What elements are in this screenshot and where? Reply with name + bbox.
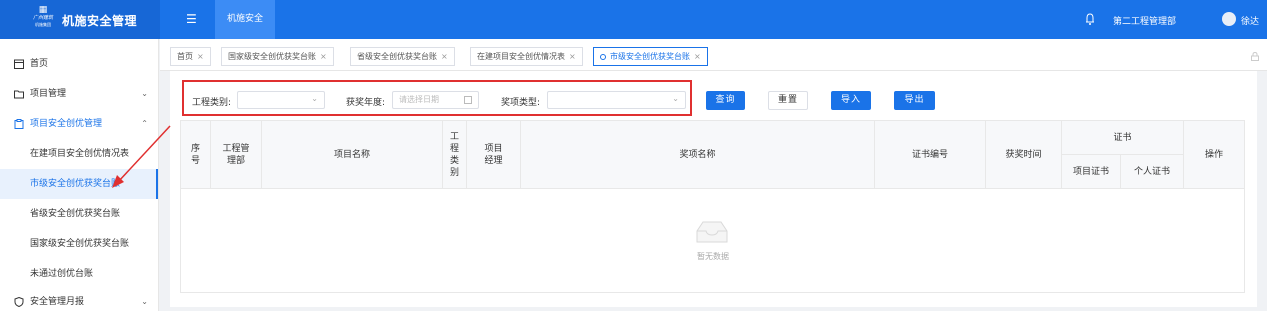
col-cert: 证书 bbox=[1062, 121, 1184, 155]
tab-label: 省级安全创优获奖台账 bbox=[357, 52, 437, 61]
sidebar-item-label: 首页 bbox=[30, 59, 49, 69]
top-module-tab[interactable]: 机施安全 bbox=[215, 0, 275, 39]
close-icon[interactable]: × bbox=[197, 52, 204, 61]
calendar-icon bbox=[14, 59, 24, 69]
folder-icon bbox=[14, 90, 24, 99]
close-icon[interactable]: × bbox=[569, 52, 576, 61]
annotation-arrow bbox=[112, 125, 171, 188]
reset-button[interactable]: 重置 bbox=[768, 91, 808, 110]
project-type-label: 工程类别: bbox=[192, 98, 232, 108]
app-title: 机施安全管理 bbox=[62, 14, 138, 28]
project-type-select[interactable]: ⌄ bbox=[237, 91, 325, 109]
sidebar-item-label: 市级安全创优获奖台账 bbox=[30, 179, 121, 189]
tab-label: 市级安全创优获奖台账 bbox=[610, 52, 690, 61]
col-award-name: 奖项名称 bbox=[521, 121, 875, 189]
chevron-down-icon: ⌄ bbox=[311, 94, 318, 103]
tab-city-awards[interactable]: 市级安全创优获奖台账 × bbox=[593, 47, 708, 66]
chevron-down-icon: ⌄ bbox=[141, 297, 148, 306]
sidebar-item-label: 项目安全创优管理 bbox=[30, 119, 103, 129]
tabs-bar: 首页 × 国家级安全创优获奖台账 × 省级安全创优获奖台账 × 在建项目安全创优情况表… bbox=[160, 39, 1267, 71]
bell-icon[interactable] bbox=[1085, 12, 1095, 26]
logo-glyph: ▦ bbox=[38, 5, 48, 15]
lock-icon[interactable] bbox=[1251, 52, 1259, 61]
tab-home[interactable]: 首页 × bbox=[170, 47, 211, 66]
close-icon[interactable]: × bbox=[441, 52, 448, 61]
tab-in-progress-safety[interactable]: 在建项目安全创优情况表 × bbox=[470, 47, 583, 66]
sidebar-item-home[interactable]: 首页 bbox=[0, 49, 158, 79]
tab-province-awards[interactable]: 省级安全创优获奖台账 × bbox=[350, 47, 455, 66]
empty-text: 暂无数据 bbox=[697, 252, 729, 261]
clipboard-icon bbox=[14, 119, 24, 129]
top-bar: ▦ 广州建筑 机施集团 机施安全管理 ☰ 机施安全 第二工程管理部 徐达 bbox=[0, 0, 1267, 39]
col-project-name: 项目名称 bbox=[262, 121, 443, 189]
close-icon[interactable]: × bbox=[694, 52, 701, 61]
logo-script: 广州建筑 bbox=[32, 15, 53, 21]
col-project-cert: 项目证书 bbox=[1062, 155, 1121, 189]
sidebar-item-monthly-report[interactable]: 安全管理月报 ⌄ bbox=[0, 287, 158, 311]
chevron-down-icon: ⌄ bbox=[141, 89, 148, 98]
award-year-picker[interactable]: 请选择日期 bbox=[392, 91, 479, 109]
awards-table: 序号 工程管理部 项目名称 工程类别 项目经理 奖项名称 证书编号 获奖时间 证… bbox=[180, 120, 1245, 293]
department-name[interactable]: 第二工程管理部 bbox=[1113, 14, 1176, 27]
company-logo-mark: ▦ 广州建筑 机施集团 bbox=[30, 6, 56, 34]
chevron-down-icon: ⌄ bbox=[672, 94, 679, 103]
export-button[interactable]: 导出 bbox=[894, 91, 935, 110]
logo: ▦ 广州建筑 机施集团 机施安全管理 bbox=[0, 0, 160, 39]
tab-label: 首页 bbox=[177, 52, 193, 61]
sidebar-item-national-awards[interactable]: 国家级安全创优获奖台账 bbox=[0, 229, 158, 259]
col-action: 操作 bbox=[1204, 150, 1223, 160]
award-type-select[interactable]: ⌄ bbox=[547, 91, 686, 109]
col-project-type: 工程类别 bbox=[443, 121, 467, 189]
sidebar-item-project-management[interactable]: 项目管理 ⌄ bbox=[0, 79, 158, 109]
sidebar-item-label: 项目管理 bbox=[30, 89, 67, 99]
col-personal-cert: 个人证书 bbox=[1121, 155, 1184, 189]
logo-text: 机施集团 bbox=[35, 22, 51, 27]
sidebar-item-label: 省级安全创优获奖台账 bbox=[30, 209, 121, 219]
sidebar-item-label: 国家级安全创优获奖台账 bbox=[30, 239, 130, 249]
active-dot-icon bbox=[600, 53, 606, 60]
tab-national-awards[interactable]: 国家级安全创优获奖台账 × bbox=[221, 47, 334, 66]
tab-label: 国家级安全创优获奖台账 bbox=[228, 52, 316, 61]
col-award-time: 获奖时间 bbox=[986, 121, 1062, 189]
sidebar-item-label: 安全管理月报 bbox=[30, 297, 85, 307]
award-year-label: 获奖年度: bbox=[346, 98, 386, 108]
col-index: 序号 bbox=[181, 121, 211, 189]
col-cert-no: 证书编号 bbox=[875, 121, 986, 189]
calendar-icon bbox=[464, 96, 472, 104]
sidebar-item-failed-awards[interactable]: 未通过创优台账 bbox=[0, 259, 158, 289]
query-button[interactable]: 查询 bbox=[706, 91, 745, 110]
import-button[interactable]: 导入 bbox=[831, 91, 871, 110]
table-header: 序号 工程管理部 项目名称 工程类别 项目经理 奖项名称 证书编号 获奖时间 证… bbox=[181, 121, 1244, 189]
award-year-placeholder: 请选择日期 bbox=[399, 95, 439, 104]
tab-label: 在建项目安全创优情况表 bbox=[477, 52, 565, 61]
shield-icon bbox=[14, 297, 24, 307]
col-dept: 工程管理部 bbox=[211, 121, 262, 189]
col-manager: 项目经理 bbox=[467, 121, 521, 189]
menu-toggle-icon[interactable]: ☰ bbox=[186, 12, 197, 26]
close-icon[interactable]: × bbox=[320, 52, 327, 61]
sidebar-item-province-awards[interactable]: 省级安全创优获奖台账 bbox=[0, 199, 158, 229]
username[interactable]: 徐达 bbox=[1241, 14, 1259, 27]
award-type-label: 奖项类型: bbox=[501, 98, 541, 108]
sidebar-item-label: 未通过创优台账 bbox=[30, 269, 94, 279]
avatar[interactable] bbox=[1222, 12, 1236, 26]
empty-inbox-icon bbox=[696, 221, 728, 243]
